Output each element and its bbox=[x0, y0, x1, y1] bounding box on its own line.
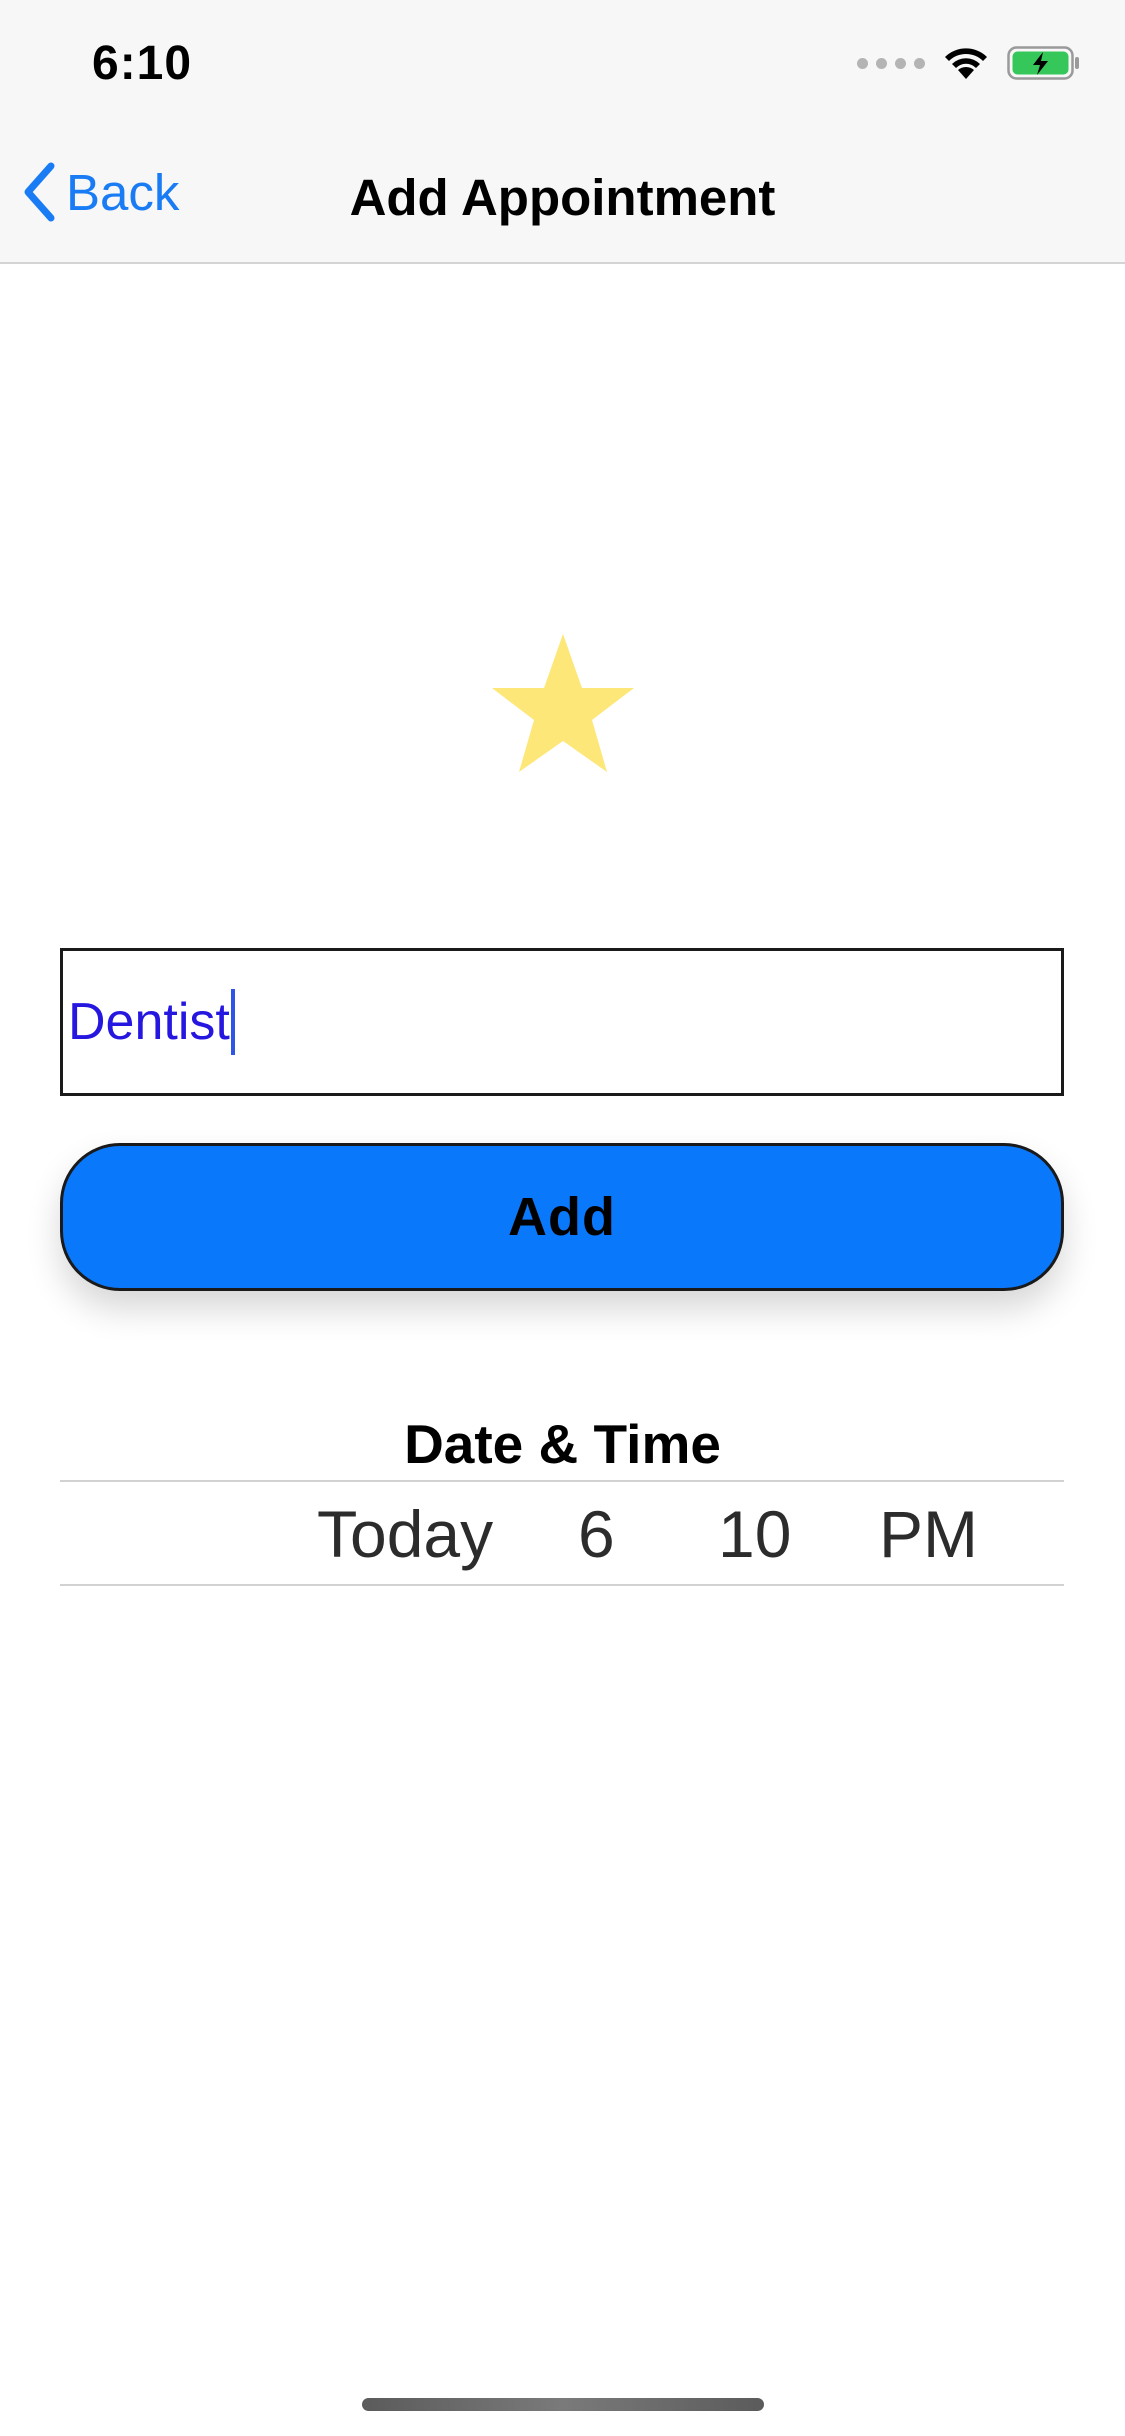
wifi-icon bbox=[945, 48, 987, 79]
battery-charging-icon bbox=[1007, 46, 1079, 80]
status-icons bbox=[857, 46, 1081, 80]
appointment-name-value: Dentist bbox=[68, 993, 230, 1051]
add-appointment-screen: 6:10 Back Add Appointment Dentist Add Da… bbox=[0, 0, 1125, 2436]
picker-hour[interactable]: 6 bbox=[578, 1496, 615, 1572]
home-indicator[interactable] bbox=[362, 2398, 764, 2411]
text-cursor bbox=[230, 989, 235, 1055]
date-time-label: Date & Time bbox=[404, 1413, 721, 1475]
add-button[interactable]: Add bbox=[60, 1143, 1064, 1291]
picker-am-pm[interactable]: PM bbox=[879, 1496, 978, 1572]
page-title: Add Appointment bbox=[349, 169, 776, 226]
appointment-name-field[interactable]: Dentist bbox=[60, 948, 1064, 1096]
picker-day[interactable]: Today bbox=[317, 1496, 493, 1572]
picker-minute[interactable]: 10 bbox=[718, 1496, 791, 1572]
status-time: 6:10 bbox=[92, 37, 193, 90]
cellular-signal-icon bbox=[857, 57, 925, 69]
date-time-picker[interactable]: Today 6 10 PM bbox=[60, 1480, 1064, 1586]
star-icon bbox=[492, 634, 634, 772]
add-button-label: Add bbox=[508, 1187, 616, 1247]
navigation-header: 6:10 Back Add Appointment bbox=[0, 0, 1125, 264]
